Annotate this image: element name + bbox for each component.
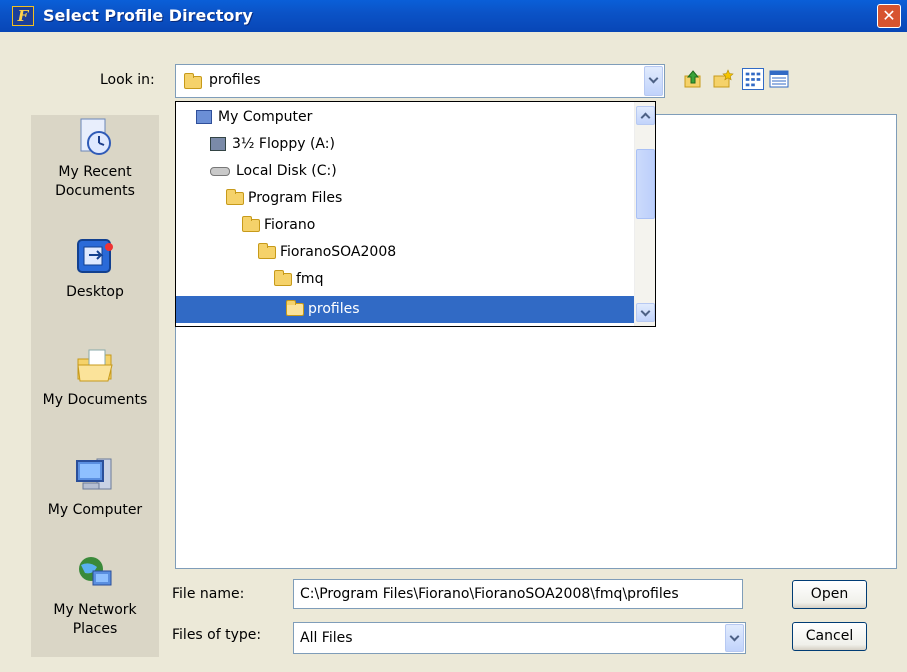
new-folder-icon[interactable] bbox=[712, 68, 734, 90]
folder-icon bbox=[226, 188, 244, 205]
dropdown-item-label: 3½ Floppy (A:) bbox=[232, 136, 335, 152]
dropdown-item-label: Program Files bbox=[248, 190, 343, 206]
recent-documents-icon bbox=[80, 118, 111, 155]
list-view-icon[interactable] bbox=[742, 68, 764, 90]
file-type-combo[interactable]: All Files bbox=[293, 622, 746, 654]
hard-disk-icon bbox=[210, 166, 230, 176]
dropdown-item-profiles[interactable]: profiles bbox=[176, 296, 637, 323]
network-places-icon bbox=[79, 557, 112, 586]
folder-icon bbox=[274, 269, 292, 286]
look-in-value: profiles bbox=[209, 72, 261, 88]
details-view-icon[interactable] bbox=[768, 68, 790, 90]
dropdown-item-label: profiles bbox=[308, 301, 360, 317]
dropdown-item-local-disk[interactable]: Local Disk (C:) bbox=[176, 158, 636, 185]
look-in-label: Look in: bbox=[100, 72, 155, 88]
chevron-down-icon[interactable] bbox=[644, 66, 663, 96]
file-type-label: Files of type: bbox=[172, 627, 262, 643]
dropdown-item-my-computer[interactable]: My Computer bbox=[176, 104, 636, 131]
dropdown-item-fioranosoa2008[interactable]: FioranoSOA2008 bbox=[176, 239, 636, 266]
place-label: My Documents bbox=[42, 392, 148, 408]
place-my-computer[interactable]: My Computer bbox=[31, 455, 159, 520]
dropdown-item-program-files[interactable]: Program Files bbox=[176, 185, 636, 212]
app-icon: F bbox=[12, 6, 34, 26]
floppy-drive-icon bbox=[210, 137, 226, 151]
close-button[interactable]: ✕ bbox=[877, 4, 901, 28]
my-computer-icon bbox=[76, 458, 112, 490]
up-folder-icon[interactable] bbox=[682, 68, 704, 90]
chevron-down-icon[interactable] bbox=[725, 624, 744, 652]
dropdown-item-fmq[interactable]: fmq bbox=[176, 266, 636, 293]
look-in-dropdown[interactable]: My Computer 3½ Floppy (A:) Local Disk (C… bbox=[175, 101, 656, 327]
place-label: My Network Places bbox=[53, 602, 137, 637]
dropdown-item-fiorano[interactable]: Fiorano bbox=[176, 212, 636, 239]
file-name-label: File name: bbox=[172, 586, 245, 602]
my-computer-icon bbox=[196, 110, 212, 124]
scrollbar-thumb[interactable] bbox=[636, 149, 655, 219]
place-label: Desktop bbox=[66, 284, 124, 300]
title-bar: F Select Profile Directory bbox=[0, 0, 907, 32]
place-network-places[interactable]: My Network Places bbox=[31, 555, 159, 639]
desktop-icon bbox=[77, 239, 113, 273]
folder-icon bbox=[184, 73, 202, 89]
places-bar: My Recent Documents Desktop My Documents… bbox=[31, 115, 159, 657]
file-name-input[interactable]: C:\Program Files\Fiorano\FioranoSOA2008\… bbox=[293, 579, 743, 609]
folder-icon bbox=[242, 215, 260, 232]
place-my-documents[interactable]: My Documents bbox=[31, 345, 159, 410]
window-title: Select Profile Directory bbox=[43, 6, 253, 25]
dropdown-item-label: fmq bbox=[296, 271, 324, 287]
scroll-down-icon[interactable] bbox=[636, 303, 655, 322]
place-label: My Computer bbox=[47, 502, 143, 518]
place-desktop[interactable]: Desktop bbox=[31, 237, 159, 302]
open-folder-icon bbox=[286, 299, 304, 316]
folder-icon bbox=[258, 242, 276, 259]
cancel-button[interactable]: Cancel bbox=[792, 622, 867, 651]
dropdown-item-label: Fiorano bbox=[264, 217, 316, 233]
place-recent-documents[interactable]: My Recent Documents bbox=[31, 117, 159, 201]
dropdown-item-floppy[interactable]: 3½ Floppy (A:) bbox=[176, 131, 636, 158]
my-documents-icon bbox=[77, 349, 113, 382]
dropdown-item-label: Local Disk (C:) bbox=[236, 163, 337, 179]
look-in-combo[interactable]: profiles bbox=[175, 64, 665, 98]
open-button[interactable]: Open bbox=[792, 580, 867, 609]
dropdown-scrollbar[interactable] bbox=[634, 102, 655, 326]
file-type-value: All Files bbox=[300, 630, 353, 646]
dropdown-item-label: My Computer bbox=[218, 109, 313, 125]
place-label: My Recent Documents bbox=[55, 164, 135, 199]
dropdown-item-label: FioranoSOA2008 bbox=[280, 244, 397, 260]
scroll-up-icon[interactable] bbox=[636, 106, 655, 125]
